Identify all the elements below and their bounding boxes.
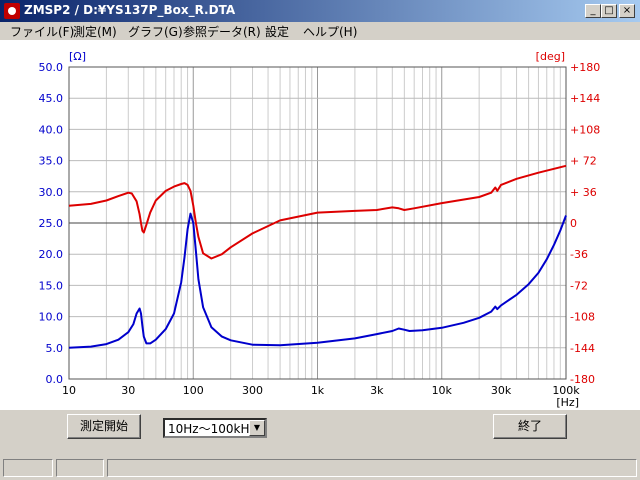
y-right-tick-label: +180 (570, 61, 600, 74)
y-left-tick-label: 30.0 (39, 186, 64, 199)
x-tick-label: 30k (491, 384, 512, 397)
y-right-tick-label: -144 (570, 342, 595, 355)
y-left-tick-label: 20.0 (39, 248, 64, 261)
y-left-tick-label: 10.0 (39, 311, 64, 324)
status-pane-2 (56, 459, 104, 477)
x-tick-label: 300 (242, 384, 263, 397)
frequency-range-select[interactable]: 10Hz〜100kHz ▼ (163, 418, 267, 438)
close-button[interactable]: × (619, 4, 635, 18)
end-button[interactable]: 終了 (493, 414, 567, 439)
status-bar (0, 456, 640, 480)
menu-help[interactable]: ヘルプ(H) (303, 23, 357, 40)
y-left-tick-label: 35.0 (39, 155, 64, 168)
y-left-tick-label: 25.0 (39, 217, 64, 230)
x-tick-label: 3k (370, 384, 384, 397)
status-pane-1 (3, 459, 53, 477)
y-right-tick-label: + 36 (570, 186, 597, 199)
x-tick-label: 1k (311, 384, 325, 397)
menu-bar: ファイル(F) 測定(M) グラフ(G) 参照データ(R) 設定 ヘルプ(H) (0, 22, 640, 40)
y-left-tick-label: 45.0 (39, 92, 64, 105)
y-left-tick-label: 5.0 (46, 342, 64, 355)
y-left-axis-label: [Ω] (69, 50, 86, 63)
y-left-tick-label: 15.0 (39, 279, 64, 292)
app-icon[interactable] (4, 3, 20, 19)
y-right-tick-label: 0 (570, 217, 577, 230)
menu-file[interactable]: ファイル(F) (10, 23, 74, 40)
x-tick-label: 10 (62, 384, 76, 397)
y-right-tick-label: -36 (570, 248, 588, 261)
y-right-axis-label: [deg] (536, 50, 565, 63)
menu-measure[interactable]: 測定(M) (73, 23, 117, 40)
y-right-tick-label: -72 (570, 279, 588, 292)
window-title: ZMSP2 / D:¥YS137P_Box_R.DTA (24, 3, 236, 17)
status-pane-3 (107, 459, 637, 477)
chevron-down-icon[interactable]: ▼ (249, 420, 265, 436)
y-right-tick-label: +108 (570, 123, 600, 136)
x-axis-label: [Hz] (556, 396, 579, 409)
y-left-tick-label: 0.0 (46, 373, 64, 386)
plot-area: 0.0 5.0 10.0 15.0 20.0 25.0 30.0 35.0 40.0 45.0 50… (0, 40, 640, 410)
menu-reference-data[interactable]: 参照データ(R) (183, 23, 261, 40)
y-right-tick-label: +144 (570, 92, 600, 105)
maximize-button[interactable]: □ (601, 4, 617, 18)
x-tick-label: 10k (432, 384, 453, 397)
frequency-range-value: 10Hz〜100kHz (168, 422, 256, 436)
impedance-phase-chart: 0.0 5.0 10.0 15.0 20.0 25.0 30.0 35.0 40.0 45.0 50… (39, 50, 601, 409)
y-right-tick-label: + 72 (570, 155, 597, 168)
x-tick-label: 30 (121, 384, 135, 397)
minimize-button[interactable]: _ (585, 4, 601, 18)
y-left-tick-label: 40.0 (39, 123, 64, 136)
menu-settings[interactable]: 設定 (265, 23, 289, 40)
x-tick-label: 100 (183, 384, 204, 397)
title-bar: ZMSP2 / D:¥YS137P_Box_R.DTA _ □ × (0, 0, 640, 22)
start-measurement-button[interactable]: 測定開始 (67, 414, 141, 439)
y-left-tick-label: 50.0 (39, 61, 64, 74)
y-right-tick-label: -108 (570, 311, 595, 324)
menu-graph[interactable]: グラフ(G) (128, 23, 183, 40)
